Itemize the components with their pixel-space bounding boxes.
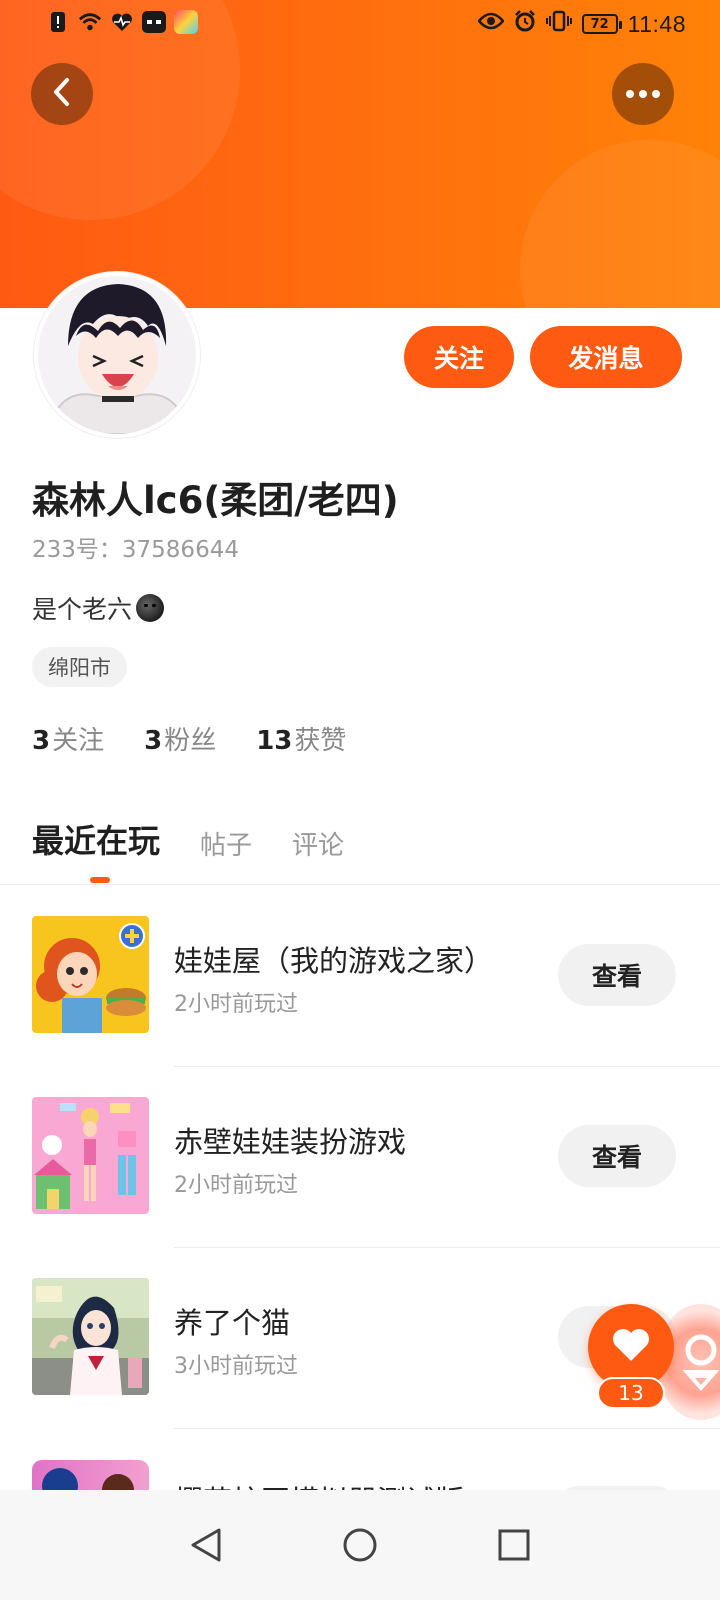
wifi-icon (78, 10, 102, 34)
bio: 是个老六 (32, 590, 165, 626)
battery-indicator: 72 (581, 14, 622, 34)
active-tab-indicator (90, 877, 110, 883)
nav-recents-button[interactable] (492, 1523, 536, 1567)
banner-decoration (520, 140, 720, 308)
followers-stat[interactable]: 3粉丝 (144, 720, 216, 757)
last-played-time: 3小时前玩过 (174, 1354, 298, 1379)
profile-stats: 3关注 3粉丝 13获赞 (32, 720, 346, 757)
follow-button[interactable]: 关注 (404, 326, 514, 388)
following-stat[interactable]: 3关注 (32, 720, 104, 757)
game-list-item[interactable]: 娃娃屋（我的游戏之家） 2小时前玩过 查看 (0, 916, 720, 1098)
more-icon (626, 90, 660, 98)
view-game-button[interactable]: 查看 (558, 944, 676, 1006)
game-title: 赤壁娃娃装扮游戏 (174, 1125, 407, 1159)
status-left-icons (46, 10, 198, 34)
clock: 11:48 (627, 10, 686, 37)
last-played-time: 2小时前玩过 (174, 992, 298, 1017)
back-button[interactable] (31, 63, 93, 125)
eye-icon (476, 11, 505, 37)
send-message-button[interactable]: 发消息 (530, 326, 682, 388)
game-thumbnail (32, 916, 149, 1033)
alarm-icon (514, 10, 536, 38)
game-thumbnail (32, 1097, 149, 1214)
divider (174, 1247, 720, 1248)
game-title: 养了个猫 (174, 1306, 291, 1340)
user-id: 233号：37586644 (32, 537, 239, 563)
divider (0, 884, 720, 885)
more-options-button[interactable] (612, 63, 674, 125)
vibrate-icon (545, 10, 572, 38)
app-notification-icon (174, 10, 198, 34)
game-list-item[interactable]: 赤壁娃娃装扮游戏 2小时前玩过 查看 (0, 1097, 720, 1279)
nav-back-button[interactable] (184, 1523, 228, 1567)
divider (174, 1066, 720, 1067)
nav-home-button[interactable] (338, 1523, 382, 1567)
tab-recently-played[interactable]: 最近在玩 (32, 816, 160, 862)
tab-posts[interactable]: 帖子 (200, 825, 252, 862)
status-right-icons: 72 11:48 (476, 10, 686, 38)
game-thumbnail (32, 1460, 149, 1490)
system-nav-bar (0, 1490, 720, 1600)
app-notification-icon (142, 11, 166, 33)
profile-name: 森林人lc6(柔团/老四) (32, 479, 399, 522)
alert-icon (46, 10, 70, 34)
bio-text: 是个老六 (32, 595, 133, 624)
profile-tabs: 最近在玩 帖子 评论 (32, 816, 344, 862)
game-title: 娃娃屋（我的游戏之家） (174, 944, 494, 978)
moon-face-emoji-icon (136, 594, 165, 622)
likes-stat[interactable]: 13获赞 (256, 720, 346, 757)
tab-comments[interactable]: 评论 (292, 825, 344, 862)
location-tag[interactable]: 绵阳市 (32, 647, 127, 687)
chevron-left-icon (51, 77, 73, 111)
avatar[interactable] (34, 272, 200, 438)
view-game-button[interactable]: 查看 (558, 1125, 676, 1187)
divider (174, 1428, 720, 1429)
like-count-badge: 13 (597, 1377, 665, 1409)
heart-icon (611, 1327, 651, 1367)
last-played-time: 2小时前玩过 (174, 1173, 298, 1198)
game-thumbnail (32, 1278, 149, 1395)
status-bar: 72 11:48 (0, 0, 720, 48)
heart-rate-icon (110, 10, 134, 34)
